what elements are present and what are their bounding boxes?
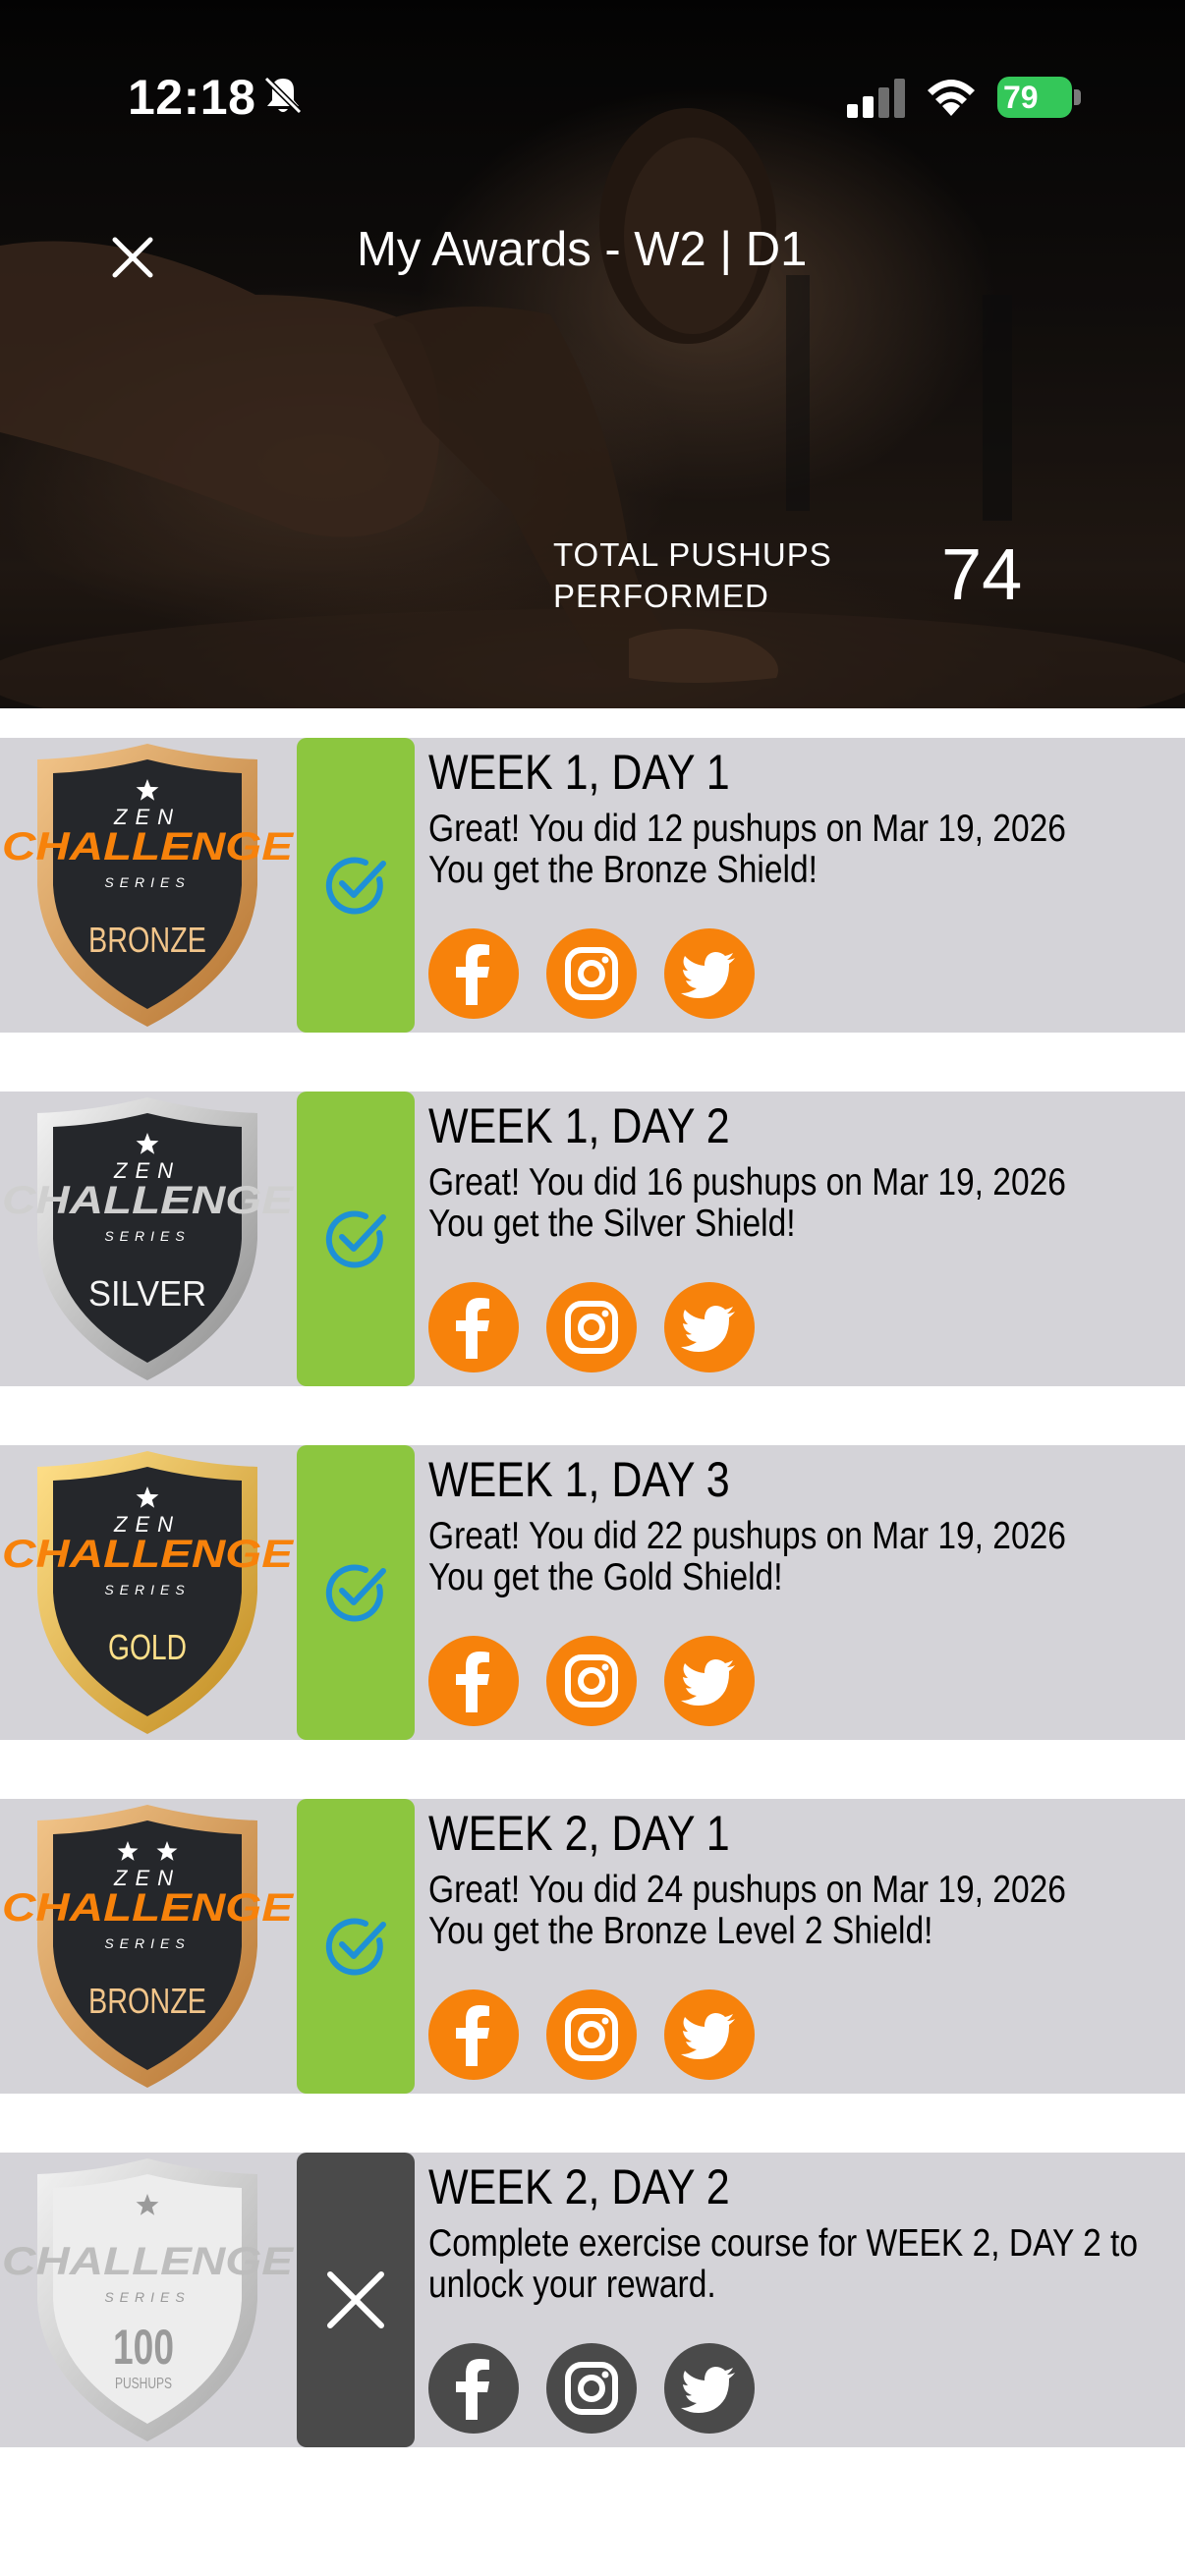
twitter-icon: [664, 928, 755, 1019]
battery-level: 79: [1003, 80, 1039, 115]
badge-level-text: SILVER: [88, 1273, 206, 1314]
status-indicator: [297, 1799, 415, 2094]
silent-mode-icon: [263, 76, 303, 115]
badge-series-text: SERIES: [104, 874, 190, 890]
facebook-icon: [428, 928, 519, 1019]
award-line-2: You get the Bronze Level 2 Shield!: [428, 1910, 933, 1952]
twitter-icon: [664, 1282, 755, 1372]
award-line-1: Great! You did 24 pushups on Mar 19, 202…: [428, 1869, 1066, 1911]
facebook-icon: [428, 1636, 519, 1726]
facebook-share-button[interactable]: [428, 1636, 519, 1726]
locked-x-icon: [327, 2271, 384, 2328]
status-indicator: [297, 2153, 415, 2447]
battery-indicator: 79: [997, 77, 1082, 120]
total-pushups-value: 74: [941, 533, 1023, 615]
instagram-share-button[interactable]: [546, 928, 637, 1019]
checkmark-circle-icon: [325, 1210, 386, 1268]
badge-middle-text: CHALLENGE: [2, 1886, 295, 1930]
checkmark-circle-icon: [325, 857, 386, 915]
award-description: Great! You did 24 pushups on Mar 19, 202…: [428, 1870, 1163, 1952]
award-row: ZEN CHALLENGE SERIES BRONZE WEEK 1, DAY 1 G…: [0, 738, 1185, 1033]
instagram-share-button[interactable]: [546, 2343, 637, 2434]
twitter-icon: [664, 1989, 755, 2080]
gold-shield-icon: ZENCHALLENGESERIESGOLD: [2, 1451, 295, 1734]
badge-middle-text: CHALLENGE: [2, 2240, 295, 2283]
award-line-1: Great! You did 22 pushups on Mar 19, 202…: [428, 1515, 1066, 1557]
facebook-icon: [428, 2343, 519, 2434]
status-indicator: [297, 1092, 415, 1386]
badge-series-text: SERIES: [104, 2289, 190, 2305]
status-time: 12:18: [128, 70, 256, 125]
bronze-shield-icon: ZENCHALLENGESERIESBRONZE: [2, 744, 295, 1027]
instagram-icon: [546, 2343, 637, 2434]
checkmark-circle-icon: [325, 1564, 386, 1622]
status-indicator: [297, 738, 415, 1033]
badge-series-text: SERIES: [104, 1582, 190, 1597]
battery-tip: [1074, 89, 1081, 105]
instagram-icon: [546, 928, 637, 1019]
twitter-share-button[interactable]: [664, 1989, 755, 2080]
instagram-share-button[interactable]: [546, 1989, 637, 2080]
close-icon[interactable]: [96, 221, 169, 294]
badge-middle-text: CHALLENGE: [2, 825, 295, 868]
award-line-1: Great! You did 16 pushups on Mar 19, 202…: [428, 1161, 1066, 1204]
award-title: WEEK 1, DAY 3: [428, 1452, 730, 1507]
twitter-share-button[interactable]: [664, 1636, 755, 1726]
award-line-2: You get the Silver Shield!: [428, 1203, 796, 1245]
award-row: ZEN CHALLENGE SERIES GOLD WEEK 1, DAY 3 Gre…: [0, 1445, 1185, 1740]
award-line-1: Complete exercise course for WEEK 2, DAY…: [428, 2222, 1139, 2306]
award-line-2: You get the Gold Shield!: [428, 1556, 783, 1598]
facebook-icon: [428, 1989, 519, 2080]
twitter-icon: [664, 1636, 755, 1726]
twitter-share-button[interactable]: [664, 2343, 755, 2434]
award-title: WEEK 1, DAY 1: [428, 745, 730, 800]
badge-level-text: 100: [113, 2320, 174, 2375]
wifi-icon: [928, 80, 975, 116]
header-banner: 12:18 79 My Awards - W2 | D1 TOTAL PUSHU…: [0, 0, 1185, 708]
twitter-icon: [664, 2343, 755, 2434]
badge-middle-text: CHALLENGE: [2, 1179, 295, 1222]
award-title: WEEK 2, DAY 2: [428, 2159, 730, 2214]
badge-series-text: SERIES: [104, 1228, 190, 1244]
badge-middle-text: CHALLENGE: [2, 1533, 295, 1576]
twitter-share-button[interactable]: [664, 928, 755, 1019]
badge-level-text: BRONZE: [88, 920, 206, 960]
facebook-icon: [428, 1282, 519, 1372]
checkmark-circle-icon: [325, 1918, 386, 1976]
badge-series-text: SERIES: [104, 1935, 190, 1951]
status-bar: 12:18 79: [0, 59, 1185, 138]
instagram-icon: [546, 1989, 637, 2080]
facebook-share-button[interactable]: [428, 1989, 519, 2080]
facebook-share-button[interactable]: [428, 1282, 519, 1372]
page-title: My Awards - W2 | D1: [357, 223, 808, 276]
award-description: Great! You did 16 pushups on Mar 19, 202…: [428, 1162, 1163, 1245]
award-description: Complete exercise course for WEEK 2, DAY…: [428, 2223, 1163, 2306]
bronze-level-2-shield-icon: ZENCHALLENGESERIESBRONZE: [2, 1805, 295, 2088]
status-indicator: [297, 1445, 415, 1740]
cellular-signal-icon: [847, 79, 905, 118]
locked-shield-icon: CHALLENGE SERIES 100PUSHUPS: [2, 2158, 295, 2441]
facebook-share-button[interactable]: [428, 2343, 519, 2434]
silver-shield-icon: ZENCHALLENGESERIESSILVER: [2, 1097, 295, 1380]
award-description: Great! You did 22 pushups on Mar 19, 202…: [428, 1516, 1163, 1598]
twitter-share-button[interactable]: [664, 1282, 755, 1372]
badge-level-text: BRONZE: [88, 1981, 206, 2021]
award-title: WEEK 2, DAY 1: [428, 1806, 730, 1861]
badge-sublevel-text: PUSHUPS: [115, 2376, 172, 2392]
award-line-1: Great! You did 12 pushups on Mar 19, 202…: [428, 808, 1066, 850]
badge-level-text: GOLD: [108, 1627, 187, 1667]
award-description: Great! You did 12 pushups on Mar 19, 202…: [428, 809, 1163, 891]
award-row: ZEN CHALLENGE SERIES SILVER WEEK 1, DAY 2 G…: [0, 1092, 1185, 1386]
award-row: CHALLENGE SERIES 100 PUSHUPS WEEK 2, DAY 2 …: [0, 2153, 1185, 2447]
instagram-share-button[interactable]: [546, 1282, 637, 1372]
instagram-icon: [546, 1636, 637, 1726]
award-line-2: You get the Bronze Shield!: [428, 849, 818, 891]
award-row: ZEN CHALLENGE SERIES BRONZE WEEK 2, DAY 1 G…: [0, 1799, 1185, 2094]
total-pushups-label: TOTAL PUSHUPS PERFORMED: [553, 536, 832, 614]
instagram-icon: [546, 1282, 637, 1372]
instagram-share-button[interactable]: [546, 1636, 637, 1726]
facebook-share-button[interactable]: [428, 928, 519, 1019]
award-title: WEEK 1, DAY 2: [428, 1098, 730, 1153]
